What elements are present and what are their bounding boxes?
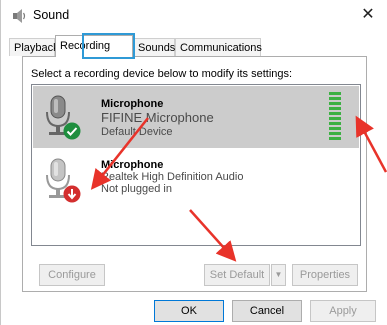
- properties-button[interactable]: Properties: [292, 264, 358, 286]
- device-description: FIFINE Microphone: [101, 110, 214, 125]
- title-bar: Sound ✕: [1, 0, 387, 32]
- tab-communications[interactable]: Communications: [175, 38, 262, 56]
- device-item-fifine[interactable]: Microphone FIFINE Microphone Default Dev…: [33, 86, 359, 148]
- device-item-realtek[interactable]: Microphone Realtek High Definition Audio…: [33, 149, 359, 211]
- level-meter: [329, 92, 341, 140]
- device-status: Default Device: [101, 126, 173, 138]
- sound-dialog: Sound ✕ Playback Recording Sounds Commun…: [0, 0, 387, 325]
- close-button[interactable]: ✕: [358, 5, 378, 25]
- window-title: Sound: [33, 8, 70, 22]
- red-down-arrow-icon: [63, 185, 81, 203]
- set-default-button[interactable]: Set Default: [204, 264, 270, 286]
- apply-button[interactable]: Apply: [310, 300, 376, 322]
- recording-tab-highlight: [82, 33, 135, 59]
- device-name: Microphone: [101, 98, 164, 110]
- device-status: Not plugged in: [101, 183, 172, 195]
- device-description: Realtek High Definition Audio: [101, 171, 244, 183]
- tab-playback[interactable]: Playback: [9, 38, 59, 56]
- green-check-icon: [63, 122, 81, 140]
- set-default-dropdown[interactable]: ▼: [271, 264, 286, 286]
- instruction-text: Select a recording device below to modif…: [31, 68, 293, 80]
- device-list: Microphone FIFINE Microphone Default Dev…: [31, 84, 361, 246]
- ok-button[interactable]: OK: [154, 300, 224, 322]
- configure-button[interactable]: Configure: [39, 264, 105, 286]
- cancel-button[interactable]: Cancel: [232, 300, 302, 322]
- tab-sounds[interactable]: Sounds: [133, 38, 175, 56]
- speaker-icon: [13, 9, 26, 23]
- device-name: Microphone: [101, 159, 164, 171]
